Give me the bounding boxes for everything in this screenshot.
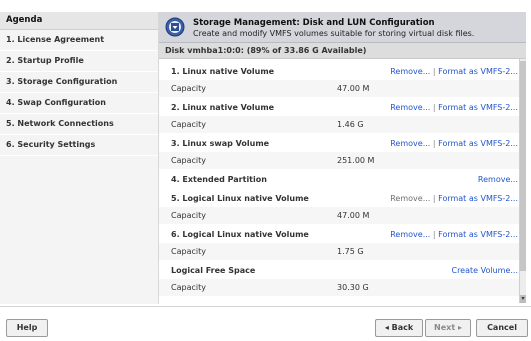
scroll-thumb[interactable] — [520, 61, 526, 271]
agenda-item-security-settings[interactable]: 6. Security Settings — [0, 135, 158, 156]
partition-title: 6. Logical Linux native Volume — [171, 230, 309, 239]
capacity-label: Capacity — [171, 84, 206, 93]
storage-icon — [165, 17, 185, 37]
capacity-value: 47.00 M — [337, 211, 370, 220]
next-button[interactable]: Next ▸ — [425, 319, 471, 337]
partition-actions: Remove... | Format as VMFS-2... — [390, 226, 518, 243]
remove-link[interactable]: Remove... — [390, 194, 430, 203]
partition-title: 2. Linux native Volume — [171, 103, 275, 112]
capacity-label: Capacity — [171, 120, 206, 129]
vertical-scrollbar[interactable]: ▾ — [519, 59, 526, 303]
agenda-item-license[interactable]: 1. License Agreement — [0, 30, 158, 51]
format-vmfs-link[interactable]: Format as VMFS-2... — [438, 67, 518, 76]
capacity-value: 30.30 G — [337, 283, 369, 292]
partition-actions: Remove... — [478, 171, 518, 188]
storage-main-panel: Storage Management: Disk and LUN Configu… — [159, 12, 526, 304]
wizard-footer: Help ◂ Back Next ▸ Cancel — [0, 306, 531, 341]
free-space-row: Logical Free Space Create Volume... — [159, 262, 524, 279]
capacity-row-1: Capacity 47.00 M — [159, 80, 524, 97]
remove-link[interactable]: Remove... — [390, 67, 430, 76]
capacity-row-free: Capacity 30.30 G — [159, 279, 524, 296]
format-vmfs-link[interactable]: Format as VMFS-2... — [438, 194, 518, 203]
partition-row-2: 2. Linux native Volume Remove... | Forma… — [159, 99, 524, 116]
capacity-value: 1.75 G — [337, 247, 364, 256]
action-separator: | — [432, 67, 436, 76]
create-volume-link[interactable]: Create Volume... — [451, 266, 518, 275]
action-separator: | — [432, 103, 436, 112]
partition-actions: Remove... | Format as VMFS-2... — [390, 99, 518, 116]
page-subtitle: Create and modify VMFS volumes suitable … — [193, 29, 475, 38]
action-separator: | — [432, 230, 436, 239]
capacity-label: Capacity — [171, 156, 206, 165]
capacity-value: 1.46 G — [337, 120, 364, 129]
page-banner: Storage Management: Disk and LUN Configu… — [159, 12, 526, 43]
capacity-row-6: Capacity 1.75 G — [159, 243, 524, 260]
partition-row-1: 1. Linux native Volume Remove... | Forma… — [159, 63, 524, 80]
help-button[interactable]: Help — [6, 319, 48, 337]
page-title: Storage Management: Disk and LUN Configu… — [193, 18, 435, 28]
partition-actions: Create Volume... — [451, 262, 518, 279]
format-vmfs-link[interactable]: Format as VMFS-2... — [438, 230, 518, 239]
partition-title: Logical Free Space — [171, 266, 256, 275]
action-separator: | — [432, 194, 436, 203]
capacity-row-3: Capacity 251.00 M — [159, 152, 524, 169]
partition-actions: Remove... | Format as VMFS-2... — [390, 190, 518, 207]
disk-header: Disk vmhba1:0:0: (89% of 33.86 G Availab… — [159, 43, 526, 59]
partition-row-4: 4. Extended Partition Remove... — [159, 171, 524, 188]
agenda-panel: Agenda 1. License Agreement 2. Startup P… — [0, 12, 159, 304]
partition-actions: Remove... | Format as VMFS-2... — [390, 63, 518, 80]
partition-actions: Remove... | Format as VMFS-2... — [390, 135, 518, 152]
capacity-label: Capacity — [171, 247, 206, 256]
partition-row-6: 6. Logical Linux native Volume Remove...… — [159, 226, 524, 243]
capacity-value: 251.00 M — [337, 156, 375, 165]
capacity-row-2: Capacity 1.46 G — [159, 116, 524, 133]
partition-title: 3. Linux swap Volume — [171, 139, 270, 148]
remove-link[interactable]: Remove... — [390, 103, 430, 112]
agenda-item-startup-profile[interactable]: 2. Startup Profile — [0, 51, 158, 72]
partition-title: 4. Extended Partition — [171, 175, 267, 184]
capacity-row-5: Capacity 47.00 M — [159, 207, 524, 224]
back-button[interactable]: ◂ Back — [375, 319, 423, 337]
capacity-label: Capacity — [171, 211, 206, 220]
capacity-value: 47.00 M — [337, 84, 370, 93]
agenda-item-swap-configuration[interactable]: 4. Swap Configuration — [0, 93, 158, 114]
remove-link[interactable]: Remove... — [390, 139, 430, 148]
capacity-label: Capacity — [171, 283, 206, 292]
action-separator: | — [432, 139, 436, 148]
remove-link[interactable]: Remove... — [390, 230, 430, 239]
format-vmfs-link[interactable]: Format as VMFS-2... — [438, 139, 518, 148]
partition-title: 1. Linux native Volume — [171, 67, 275, 76]
agenda-title: Agenda — [0, 12, 158, 30]
agenda-item-network-connections[interactable]: 5. Network Connections — [0, 114, 158, 135]
agenda-item-storage-configuration[interactable]: 3. Storage Configuration — [0, 72, 158, 93]
format-vmfs-link[interactable]: Format as VMFS-2... — [438, 103, 518, 112]
partition-title: 5. Logical Linux native Volume — [171, 194, 309, 203]
partition-row-5: 5. Logical Linux native Volume Remove...… — [159, 190, 524, 207]
cancel-button[interactable]: Cancel — [476, 319, 528, 337]
partition-row-3: 3. Linux swap Volume Remove... | Format … — [159, 135, 524, 152]
partition-list: 1. Linux native Volume Remove... | Forma… — [159, 59, 526, 303]
scroll-down-icon[interactable]: ▾ — [520, 295, 526, 303]
remove-link[interactable]: Remove... — [478, 175, 518, 184]
